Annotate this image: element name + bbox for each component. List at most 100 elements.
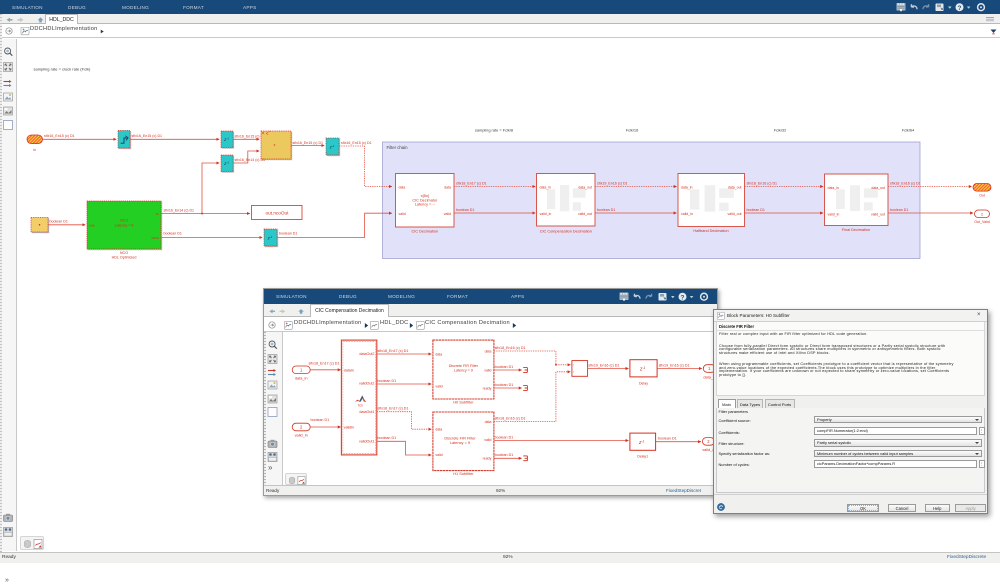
svg-text:sfix18_En16 (c) D1: sfix18_En16 (c) D1 [495, 346, 526, 350]
svg-text:sfix19_En16 (c) D1: sfix19_En16 (c) D1 [597, 182, 628, 186]
svg-text:fcn: fcn [358, 404, 363, 408]
svg-text:boolean D1: boolean D1 [456, 208, 474, 212]
svg-text:sfix16_En15 (c) D1: sfix16_En15 (c) D1 [293, 141, 324, 145]
svg-text:data: data [444, 186, 451, 190]
svg-text:sfix18_En16 (c) D1: sfix18_En16 (c) D1 [747, 182, 778, 186]
svg-text:ready: ready [483, 457, 492, 461]
svg-text:data_out: data_out [871, 186, 885, 190]
svg-text:?: ? [958, 5, 962, 12]
svg-text:valid_out: valid_out [871, 213, 885, 217]
svg-text:boolean D1: boolean D1 [747, 208, 765, 212]
svg-text:data_in: data_in [295, 376, 308, 381]
svg-text:sfix16_En14 (c) D1: sfix16_En14 (c) D1 [235, 158, 266, 162]
svg-text:sfix16_En15 (c) D1: sfix16_En15 (c) D1 [132, 134, 163, 138]
svg-text:valid_in: valid_in [540, 212, 552, 216]
svg-text:sfix18_En17 (c) D1: sfix18_En17 (c) D1 [309, 362, 340, 366]
svg-text:boolean D1: boolean D1 [279, 232, 297, 236]
svg-text:sfix19_En16 (c) D1: sfix19_En16 (c) D1 [659, 363, 690, 367]
svg-text:H1 Subfilter: H1 Subfilter [453, 471, 474, 476]
svg-text:dataOut2: dataOut2 [359, 352, 374, 356]
svg-text:sfix18_En16 (c) D1: sfix18_En16 (c) D1 [495, 416, 526, 420]
svg-text:data_in: data_in [540, 186, 552, 190]
svg-text:Delay: Delay [639, 381, 648, 385]
svg-text:valid_in: valid_in [828, 213, 840, 217]
svg-text:sfix18_En17 (c) D1: sfix18_En17 (c) D1 [378, 349, 409, 353]
svg-text:data: data [485, 349, 492, 353]
svg-text:vldOut: vldOut [151, 236, 159, 240]
svg-text:in: in [33, 148, 36, 152]
svg-text:boolean D1: boolean D1 [597, 208, 615, 212]
svg-text:data_out: data_out [728, 186, 742, 190]
svg-text:sin: sin [156, 212, 160, 216]
svg-text:valid_out: valid_out [727, 212, 741, 216]
svg-text:dataOut1: dataOut1 [359, 410, 374, 414]
svg-text:validIn: validIn [344, 425, 355, 429]
svg-text:valid_in: valid_in [681, 212, 693, 216]
svg-text:Out_Valid: Out_Valid [974, 220, 990, 224]
svg-text:*: * [274, 144, 276, 150]
svg-text:boolean D1: boolean D1 [495, 435, 514, 439]
svg-text:Fclk/32: Fclk/32 [774, 128, 787, 133]
svg-text:boolean D1: boolean D1 [164, 231, 182, 235]
svg-text:boolean D1: boolean D1 [495, 365, 514, 369]
svg-text:data_in: data_in [828, 186, 840, 190]
svg-text:boolean D1: boolean D1 [50, 220, 68, 224]
svg-text:out.ncoOut: out.ncoOut [266, 211, 290, 216]
svg-text:boolean D1: boolean D1 [378, 379, 397, 383]
svg-text:data: data [435, 352, 442, 356]
svg-text:valid_out: valid_out [578, 212, 592, 216]
svg-text:Out: Out [979, 194, 985, 198]
svg-text:sfix16_En15 (c) D1: sfix16_En15 (c) D1 [341, 141, 372, 145]
svg-text:2: 2 [981, 213, 983, 217]
svg-text:sfix16_En14 (c) D1: sfix16_En14 (c) D1 [164, 208, 195, 212]
svg-text:ready: ready [483, 386, 492, 390]
svg-text:Halfband Decimation: Halfband Decimation [693, 229, 728, 233]
svg-text:dataIn: dataIn [344, 368, 354, 372]
svg-text:wrEn: wrEn [89, 223, 96, 227]
svg-text:Final Decimation: Final Decimation [842, 228, 870, 232]
svg-text:Latency = 9: Latency = 9 [454, 369, 473, 373]
svg-text:H0 Subfilter: H0 Subfilter [453, 400, 474, 405]
svg-text:Latency = --: Latency = -- [415, 203, 436, 207]
svg-text:Delay1: Delay1 [637, 454, 648, 458]
svg-text:valid: valid [444, 212, 451, 216]
svg-text:sfix18_En17 (c) D1: sfix18_En17 (c) D1 [378, 407, 409, 411]
svg-text:valid: valid [435, 453, 442, 457]
svg-text:Discrete FIR Filter: Discrete FIR Filter [449, 364, 479, 368]
svg-text:Filter chain: Filter chain [387, 145, 409, 150]
svg-text:boolean D1: boolean D1 [311, 418, 330, 422]
svg-text:NCO: NCO [120, 251, 128, 255]
svg-text:validOut1: validOut1 [359, 439, 374, 443]
svg-text:valid: valid [484, 438, 491, 442]
svg-text:Latency = 8: Latency = 8 [115, 223, 134, 227]
svg-text:sampling rate = Fclk/8: sampling rate = Fclk/8 [475, 128, 513, 133]
svg-text:valid: valid [399, 212, 406, 216]
svg-text:Latency = 9: Latency = 9 [450, 440, 470, 445]
svg-text:data: data [399, 186, 406, 190]
svg-text:boolean D1: boolean D1 [378, 436, 397, 440]
svg-text:sfix18_En17 (c) D1: sfix18_En17 (c) D1 [456, 182, 487, 186]
svg-text:boolean D1: boolean D1 [890, 208, 908, 212]
svg-text:sampling rate = clock rate (Fc: sampling rate = clock rate (Fclk) [34, 67, 91, 72]
svg-text:Fclk/16: Fclk/16 [626, 128, 639, 133]
svg-text:valid: valid [484, 368, 491, 372]
svg-text:valid_in: valid_in [295, 433, 308, 438]
svg-text:NCO: NCO [120, 219, 128, 223]
svg-text:data: data [485, 420, 492, 424]
svg-text:CIC Decimation: CIC Decimation [412, 229, 439, 233]
svg-text:data_in: data_in [681, 186, 693, 190]
svg-text:boolean D1: boolean D1 [658, 437, 677, 441]
svg-text:data_out: data_out [578, 186, 592, 190]
svg-text:boolean D1: boolean D1 [495, 453, 514, 457]
svg-text:CIC Compensation Decimation: CIC Compensation Decimation [540, 229, 592, 233]
svg-text:sfix19_En16 (c) D1: sfix19_En16 (c) D1 [588, 363, 619, 367]
svg-text:sfix16_En15 (c) D1: sfix16_En15 (c) D1 [235, 134, 266, 138]
svg-text:sfix18_En16 (c) D1: sfix18_En16 (c) D1 [890, 182, 921, 186]
svg-text:HDL Optimized: HDL Optimized [112, 256, 137, 260]
svg-text:boolean D1: boolean D1 [495, 383, 514, 387]
svg-text:valid: valid [435, 384, 442, 388]
svg-text:validOut2: validOut2 [359, 382, 374, 386]
svg-text:sfix16_En15 (c) D1: sfix16_En15 (c) D1 [44, 134, 75, 138]
svg-text:data: data [435, 427, 442, 431]
svg-text:Fclk/64: Fclk/64 [902, 128, 915, 133]
